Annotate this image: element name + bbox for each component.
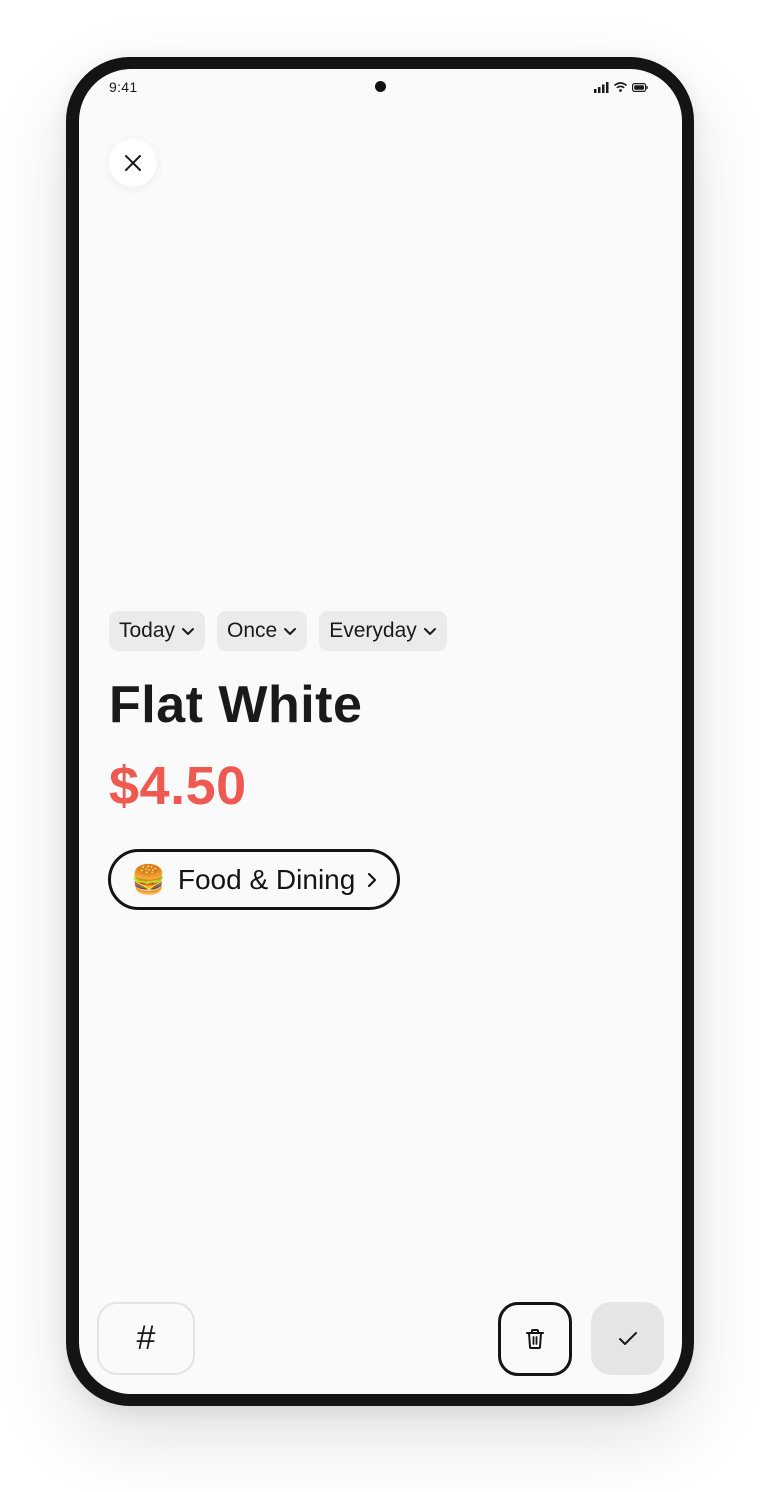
transaction-amount[interactable]: $4.50 (109, 755, 247, 817)
repeat-chip[interactable]: Once (217, 611, 308, 651)
chevron-down-icon (182, 627, 195, 635)
frequency-chip-label: Everyday (329, 619, 417, 642)
close-button[interactable] (109, 139, 157, 187)
transaction-title[interactable]: Flat White (109, 675, 362, 735)
trash-icon (526, 1329, 544, 1349)
chevron-right-icon (368, 872, 377, 887)
signal-icon (594, 81, 609, 93)
schedule-chips: Today Once Everyday (109, 611, 447, 651)
screen: 9:41 Today Once Everyday Flat White $4.5… (79, 69, 682, 1394)
status-time: 9:41 (109, 79, 138, 95)
stage: 9:41 Today Once Everyday Flat White $4.5… (0, 0, 760, 1492)
close-icon (125, 155, 141, 171)
frequency-chip[interactable]: Everyday (319, 611, 447, 651)
battery-icon (632, 82, 648, 92)
chevron-down-icon (284, 627, 297, 635)
date-chip-label: Today (119, 619, 176, 642)
date-chip[interactable]: Today (109, 611, 206, 651)
hash-icon: # (136, 1319, 156, 1357)
confirm-button[interactable] (591, 1302, 664, 1375)
category-label: Food & Dining (177, 863, 356, 895)
status-icons (594, 81, 648, 93)
category-button[interactable]: 🍔 Food & Dining (108, 849, 401, 910)
delete-button[interactable] (498, 1302, 572, 1376)
burger-icon: 🍔 (131, 862, 166, 896)
tag-button[interactable]: # (97, 1302, 195, 1375)
repeat-chip-label: Once (227, 619, 278, 642)
chevron-down-icon (423, 627, 436, 635)
wifi-icon (614, 82, 627, 92)
front-camera (375, 81, 386, 92)
check-icon (618, 1332, 637, 1345)
